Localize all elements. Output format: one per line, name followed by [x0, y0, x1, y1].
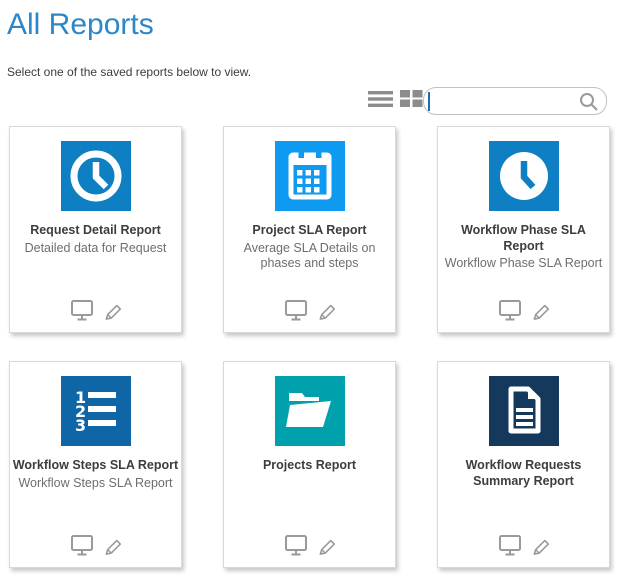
monitor-icon — [284, 299, 308, 321]
report-card-workflow-requests-summary[interactable]: Workflow Requests Summary Report — [437, 361, 610, 568]
svg-text:3: 3 — [75, 416, 86, 435]
folder-open-icon — [275, 376, 345, 446]
page-title: All Reports — [7, 8, 154, 42]
card-actions — [438, 534, 609, 556]
report-card-workflow-phase-sla[interactable]: Workflow Phase SLA Report Workflow Phase… — [437, 126, 610, 333]
view-report-button[interactable] — [70, 299, 94, 321]
pencil-icon — [531, 301, 550, 320]
report-subtitle: Workflow Phase SLA Report — [438, 256, 609, 272]
pencil-icon — [103, 301, 122, 320]
report-card-request-detail[interactable]: Request Detail Report Detailed data for … — [9, 126, 182, 333]
report-title: Workflow Requests Summary Report — [449, 458, 599, 489]
monitor-icon — [70, 299, 94, 321]
document-icon — [489, 376, 559, 446]
card-actions — [438, 299, 609, 321]
edit-report-button[interactable] — [531, 301, 550, 320]
edit-report-button[interactable] — [103, 536, 122, 555]
report-card-project-sla[interactable]: Project SLA Report Average SLA Details o… — [223, 126, 396, 333]
search-box — [423, 87, 607, 115]
search-icon — [579, 92, 599, 112]
view-report-button[interactable] — [498, 534, 522, 556]
view-report-button[interactable] — [70, 534, 94, 556]
list-view-icon — [368, 90, 394, 108]
report-subtitle: Average SLA Details on phases and steps — [224, 241, 395, 272]
clock-solid-icon — [489, 141, 559, 211]
report-tile — [275, 141, 345, 211]
monitor-icon — [498, 534, 522, 556]
pencil-icon — [531, 536, 550, 555]
report-title: Project SLA Report — [224, 223, 395, 239]
view-report-button[interactable] — [284, 299, 308, 321]
pencil-icon — [317, 301, 336, 320]
report-card-workflow-steps-sla[interactable]: 1 2 3 Workflow Steps SLA Report Workflow… — [9, 361, 182, 568]
report-subtitle: Workflow Steps SLA Report — [10, 476, 181, 492]
card-actions — [10, 299, 181, 321]
calendar-icon — [275, 141, 345, 211]
report-title: Projects Report — [224, 458, 395, 474]
card-actions — [10, 534, 181, 556]
report-subtitle: Detailed data for Request — [10, 241, 181, 257]
view-report-button[interactable] — [498, 299, 522, 321]
report-tile — [61, 141, 131, 211]
monitor-icon — [498, 299, 522, 321]
page-subtitle: Select one of the saved reports below to… — [7, 65, 251, 79]
pencil-icon — [103, 536, 122, 555]
list-view-button[interactable] — [368, 90, 394, 113]
report-tile — [489, 376, 559, 446]
text-cursor — [428, 92, 430, 111]
search-button[interactable] — [579, 92, 599, 117]
card-actions — [224, 299, 395, 321]
grid-view-button[interactable] — [400, 88, 423, 113]
view-report-button[interactable] — [284, 534, 308, 556]
numbered-list-icon: 1 2 3 — [61, 376, 131, 446]
report-title: Workflow Steps SLA Report — [10, 458, 181, 474]
search-input[interactable] — [434, 89, 584, 113]
report-title: Request Detail Report — [10, 223, 181, 239]
pencil-icon — [317, 536, 336, 555]
reports-grid-row-2: 1 2 3 Workflow Steps SLA Report Workflow… — [9, 361, 610, 568]
report-title: Workflow Phase SLA Report — [449, 223, 599, 254]
edit-report-button[interactable] — [103, 301, 122, 320]
report-card-projects[interactable]: Projects Report — [223, 361, 396, 568]
report-tile: 1 2 3 — [61, 376, 131, 446]
report-tile — [275, 376, 345, 446]
grid-view-icon — [400, 88, 423, 108]
edit-report-button[interactable] — [531, 536, 550, 555]
monitor-icon — [284, 534, 308, 556]
reports-grid-row-1: Request Detail Report Detailed data for … — [9, 126, 610, 333]
edit-report-button[interactable] — [317, 301, 336, 320]
edit-report-button[interactable] — [317, 536, 336, 555]
monitor-icon — [70, 534, 94, 556]
report-tile — [489, 141, 559, 211]
all-reports-page: All Reports Select one of the saved repo… — [0, 0, 628, 582]
card-actions — [224, 534, 395, 556]
clock-outline-icon — [61, 141, 131, 211]
